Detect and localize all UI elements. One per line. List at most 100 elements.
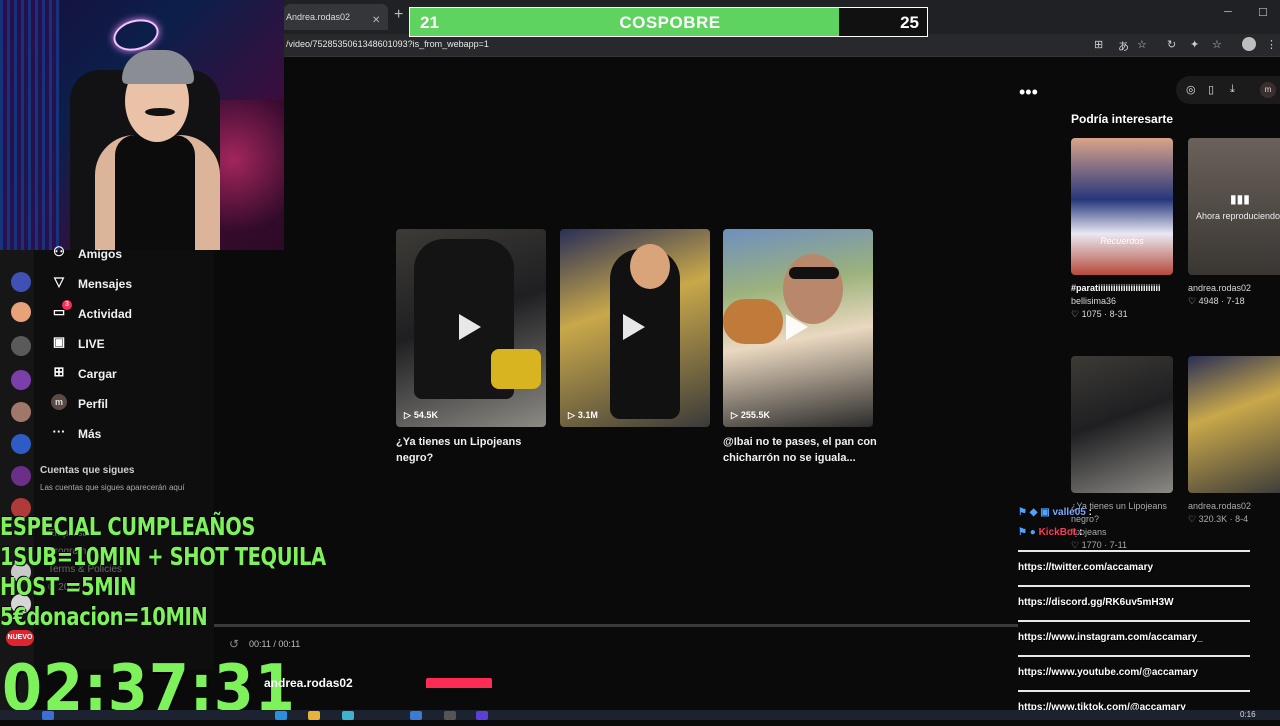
taskbar-app-icon[interactable] <box>275 711 287 720</box>
chat-divider <box>1018 585 1250 587</box>
rail-avatar[interactable] <box>11 272 31 292</box>
heart-icon: ♡ <box>1071 309 1080 319</box>
new-tab-icon[interactable]: + <box>394 6 403 24</box>
video-caption[interactable]: @Ibai no te pases, el pan con chicharrón… <box>723 434 878 466</box>
rail-avatar[interactable] <box>11 402 31 422</box>
plus-square-icon: ⊞ <box>53 364 65 379</box>
video-progress-bar[interactable] <box>214 624 1018 627</box>
folder-icon[interactable] <box>308 711 320 720</box>
menu-icon[interactable]: ⋮ <box>1266 38 1277 51</box>
avatar: m <box>51 394 67 410</box>
thumb-overlay-text: Recuerdos <box>1100 236 1144 246</box>
video-card[interactable]: ▷ 54.5K <box>396 229 546 427</box>
video-card[interactable]: ▷ 3.1M <box>560 229 710 427</box>
suggested-video-thumb[interactable]: Recuerdos <box>1071 138 1173 275</box>
video-caption[interactable]: ¿Ya tienes un Lipojeans negro? <box>396 434 551 466</box>
favorites-icon[interactable]: ☆ <box>1212 38 1222 51</box>
suggested-video-thumb[interactable] <box>1071 356 1173 493</box>
tab-close-icon[interactable]: ✕ <box>372 15 380 26</box>
compass-icon[interactable]: ◎ <box>1186 83 1196 96</box>
chat-message: ⚑ ◆ ▣ valle05 : <box>1018 507 1092 518</box>
suggested-caption: #paratiiiiiiiiiiiiiiiiiiiiiiiii bellisim… <box>1071 283 1161 319</box>
download-icon[interactable]: ⤓ <box>1230 83 1235 96</box>
play-count-icon: ▷ <box>568 410 575 420</box>
score-right: 25 <box>900 13 919 32</box>
minimize-icon[interactable]: ─ <box>1224 6 1232 18</box>
now-playing-icon: ▮▮▮ <box>1230 192 1250 206</box>
extensions-icon[interactable]: ✦ <box>1190 38 1199 51</box>
webcam-feed <box>0 0 284 250</box>
video-tools-bar: ◎ ▯ ⤓ m <box>1176 76 1280 104</box>
taskbar-app-icon[interactable] <box>342 711 354 720</box>
rail-avatar[interactable] <box>11 434 31 454</box>
promo-line: 1SUB=10MIN + SHOT TEQUILA <box>0 542 326 571</box>
streamer-top <box>115 135 195 250</box>
play-count-icon: ▷ <box>404 410 411 420</box>
promo-line: HOST =5MIN <box>0 572 137 601</box>
suggested-caption: andrea.rodas02 ♡ 320.3K · 8-4 <box>1188 501 1252 524</box>
video-thumbnail-scooter <box>491 349 541 389</box>
rail-avatar[interactable] <box>11 336 31 356</box>
score-title: COSPOBRE <box>619 13 721 32</box>
channel-rail <box>0 250 34 720</box>
following-heading: Cuentas que sigues <box>40 465 135 476</box>
browser-tab[interactable]: Andrea.rodas02 ✕ <box>284 4 388 30</box>
play-icon[interactable] <box>459 314 481 340</box>
promo-line: 5€donacion=10MIN <box>0 602 208 631</box>
heart-icon: ♡ <box>1071 540 1080 550</box>
video-thumbnail-face <box>630 244 670 289</box>
taskbar-app-icon[interactable] <box>410 711 422 720</box>
heart-icon: ♡ <box>1188 296 1197 306</box>
video-time: 00:11 / 00:11 <box>249 639 301 649</box>
friends-icon: ⚇ <box>53 244 65 259</box>
taskbar-app-icon[interactable] <box>476 711 488 720</box>
rail-avatar[interactable] <box>11 466 31 486</box>
url-text[interactable]: /video/7528535061348601093?is_from_webap… <box>286 39 489 49</box>
video-thumbnail-sunglasses <box>789 267 839 279</box>
refresh-icon[interactable]: ↻ <box>1167 38 1176 51</box>
rail-avatar[interactable] <box>11 302 31 322</box>
view-count: ▷ 255.5K <box>731 410 770 420</box>
more-options-icon[interactable]: ••• <box>1019 82 1038 103</box>
avatar[interactable]: m <box>1260 82 1276 98</box>
ellipsis-icon: ··· <box>52 424 66 439</box>
notification-badge: 3 <box>62 300 72 310</box>
chat-divider <box>1018 550 1250 552</box>
browser-profile-avatar[interactable] <box>1242 37 1256 51</box>
address-bar[interactable]: /video/7528535061348601093?is_from_webap… <box>284 34 1280 57</box>
promo-line: ESPECIAL CUMPLEAÑOS <box>0 512 256 541</box>
chat-divider <box>1018 620 1250 622</box>
replay-icon[interactable]: ↺ <box>229 637 239 651</box>
heart-icon: ♡ <box>1188 514 1197 524</box>
social-link: https://www.youtube.com/@accamary <box>1018 667 1198 678</box>
translate-icon[interactable]: あ <box>1118 38 1129 54</box>
play-icon[interactable] <box>623 314 645 340</box>
suggested-caption: andrea.rodas02 ♡ 4948 · 7-18 <box>1188 283 1252 306</box>
rail-avatar[interactable] <box>11 370 31 390</box>
play-count-icon: ▷ <box>731 410 738 420</box>
tab-title: Andrea.rodas02 <box>286 12 351 22</box>
suggested-video-thumb[interactable] <box>1188 356 1280 493</box>
video-thumbnail-burger <box>723 299 783 344</box>
suggested-video-thumb[interactable]: ▮▮▮ Ahora reproduciendo <box>1188 138 1280 275</box>
os-taskbar <box>0 710 1280 720</box>
taskbar-app-icon[interactable] <box>444 711 456 720</box>
search-icon[interactable] <box>42 711 54 720</box>
nuevo-badge: NUEVO <box>6 630 34 646</box>
suggestions-title: Podría interesarte <box>1071 112 1174 126</box>
social-link: https://twitter.com/accamary <box>1018 562 1154 573</box>
star-icon[interactable]: ☆ <box>1137 38 1147 51</box>
phone-icon[interactable]: ▯ <box>1208 83 1214 96</box>
maximize-icon[interactable]: ☐ <box>1258 6 1268 19</box>
play-icon[interactable] <box>786 314 808 340</box>
taskbar-clock: 0:16 <box>1240 710 1256 719</box>
fake-mustache <box>145 108 175 116</box>
follow-button[interactable] <box>426 678 492 688</box>
chat-badge-icon: ⚑ ● <box>1018 527 1036 538</box>
send-icon: ▽ <box>54 274 64 289</box>
video-card[interactable]: ▷ 255.5K <box>723 229 873 427</box>
now-playing-label: Ahora reproduciendo <box>1196 211 1280 221</box>
video-author[interactable]: andrea.rodas02 <box>264 676 353 690</box>
apps-icon[interactable]: ⊞ <box>1094 38 1103 51</box>
chat-badge-icon: ⚑ ◆ ▣ <box>1018 507 1050 518</box>
